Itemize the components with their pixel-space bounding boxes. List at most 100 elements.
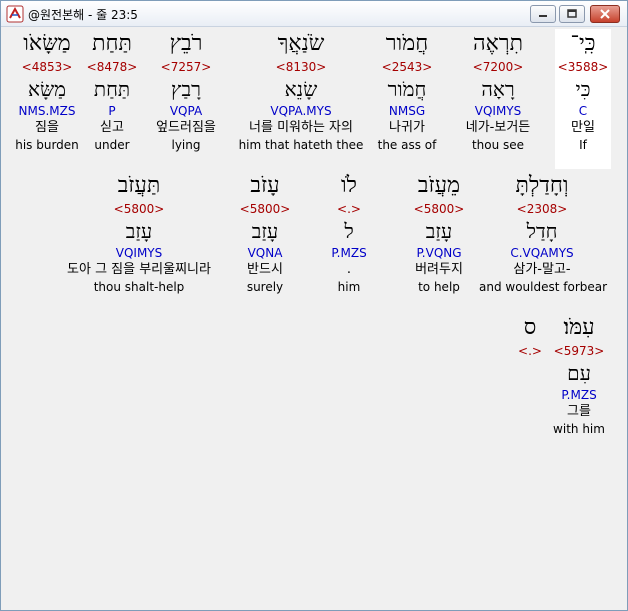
parsing-code: VQIMYS	[474, 104, 522, 118]
hebrew-word: כִּֽי־	[570, 31, 596, 56]
app-window: @원전본해 - 줄 23:5 כִּֽי־ <3588> כִּי C 만일 I…	[0, 0, 628, 611]
parsing-code: P.VQNG	[416, 246, 462, 260]
korean-gloss: 싣고	[100, 120, 124, 135]
interlinear-view[interactable]: כִּֽי־ <3588> כִּי C 만일 If תִרְאֶה <7200…	[7, 27, 621, 605]
english-gloss: him that hateth thee	[238, 138, 364, 152]
korean-gloss: 너를 미워하는 자의	[249, 120, 353, 135]
korean-gloss: 만일	[571, 120, 595, 135]
minimize-button[interactable]	[530, 5, 556, 23]
hebrew-word: מֵעֲזֹב	[417, 173, 461, 198]
hebrew-root: עָזַב	[425, 219, 453, 243]
english-gloss: If	[579, 138, 587, 152]
strongs-number[interactable]: <5800>	[401, 201, 477, 217]
word-block[interactable]: עִמֹּו׃ <5973> עִם P.MZS 그를 with him	[547, 313, 611, 437]
hebrew-word: חֲמֹור	[385, 31, 429, 56]
english-gloss: lying	[171, 138, 201, 152]
parsing-code: VQPA.MYS	[270, 104, 332, 118]
title-bar[interactable]: @원전본해 - 줄 23:5	[1, 1, 627, 27]
hebrew-root: רָאָה	[481, 77, 515, 101]
app-icon	[6, 5, 24, 23]
hebrew-word: תַּעֲזֹב	[117, 173, 161, 198]
word-block[interactable]: מַשָּׂאֹו <4853> מַשָּׂא NMS.MZS 짐을 his …	[11, 29, 83, 153]
hebrew-word: תִרְאֶה	[472, 31, 524, 56]
parsing-code: VQIMYS	[115, 246, 163, 260]
parsing-code: P.MZS	[331, 246, 367, 260]
parsing-code: P	[108, 104, 116, 118]
hebrew-root: חֲמֹור	[387, 77, 427, 101]
strongs-number[interactable]: <2308>	[479, 201, 605, 217]
strongs-number[interactable]: <5800>	[233, 201, 297, 217]
hebrew-word: לֹו	[341, 173, 357, 198]
maximize-icon	[567, 9, 577, 18]
hebrew-root: עָזַב	[125, 219, 153, 243]
hebrew-word: מַשָּׂאֹו	[23, 31, 71, 56]
hebrew-root: רָבַץ	[171, 77, 201, 101]
parsing-code: NMS.MZS	[18, 104, 76, 118]
hebrew-root: תַּחַת	[93, 77, 131, 101]
hebrew-word: שֹׂנַאֲךָ	[277, 31, 325, 56]
strongs-number[interactable]: <7200>	[443, 59, 553, 75]
korean-gloss: 반드시	[247, 262, 283, 277]
word-block[interactable]: מֵעֲזֹב <5800> עָזַב P.VQNG 버려두지 to help	[401, 171, 477, 295]
strongs-number[interactable]: <.>	[317, 201, 381, 217]
strongs-number[interactable]: <.>	[515, 343, 545, 359]
hebrew-root: מַשָּׂא	[27, 77, 67, 101]
english-gloss: and wouldest forbear	[479, 280, 608, 294]
maximize-button[interactable]	[559, 5, 585, 23]
korean-gloss: 엎드러짐을	[156, 120, 216, 135]
english-gloss: the ass of	[377, 138, 437, 152]
word-block[interactable]: תִרְאֶה <7200> רָאָה VQIMYS 네가-보거든 thou …	[443, 29, 553, 153]
strongs-number[interactable]: <5800>	[47, 201, 231, 217]
word-block[interactable]: כִּֽי־ <3588> כִּי C 만일 If	[555, 29, 611, 169]
english-gloss: to help	[418, 280, 460, 294]
word-block[interactable]: חֲמֹור <2543> חֲמֹור NMSG 나귀가 the ass of	[367, 29, 447, 153]
english-gloss: thou see	[471, 138, 525, 152]
word-block[interactable]: וְחָדַלְתָּ <2308> חָדַל C.VQAMYS 삼가-말고-…	[479, 171, 608, 295]
hebrew-root: ל	[344, 219, 354, 243]
strongs-number[interactable]: <8478>	[83, 59, 141, 75]
parsing-code: NMSG	[388, 104, 426, 118]
english-gloss: his burden	[15, 138, 79, 152]
parsing-code: VQNA	[247, 246, 283, 260]
hebrew-word: עִמֹּו׃	[563, 315, 595, 340]
close-icon	[600, 9, 610, 19]
strongs-number[interactable]: <3588>	[555, 59, 611, 75]
korean-gloss: 네가-보거든	[465, 120, 531, 135]
parsing-code: VQPA	[169, 104, 203, 118]
word-block[interactable]: תַּעֲזֹב <5800> עָזַב VQIMYS 도아 그 짐을 부리울…	[47, 171, 231, 295]
word-block[interactable]: תַּחַת <8478> תַּחַת P 싣고 under	[83, 29, 141, 153]
english-gloss: with him	[553, 422, 605, 436]
strongs-number[interactable]: <5973>	[547, 343, 611, 359]
word-block[interactable]: רֹבֵץ <7257> רָבַץ VQPA 엎드러짐을 lying	[143, 29, 229, 153]
word-block[interactable]: עָזֹב <5800> עָזַב VQNA 반드시 surely	[233, 171, 297, 295]
close-button[interactable]	[590, 5, 620, 23]
english-gloss: under	[94, 138, 130, 152]
parsing-code: P.MZS	[561, 388, 597, 402]
hebrew-root: כִּי	[575, 77, 591, 101]
hebrew-root: חָדַל	[526, 219, 558, 243]
word-block[interactable]: ס <.>	[515, 313, 545, 359]
hebrew-root: עָזַב	[251, 219, 279, 243]
english-gloss: surely	[246, 280, 284, 294]
strongs-number[interactable]: <7257>	[143, 59, 229, 75]
hebrew-root: שָׂנֵא	[284, 77, 318, 101]
korean-gloss: .	[346, 262, 352, 277]
hebrew-word: ס	[523, 315, 537, 340]
english-gloss: thou shalt-help	[93, 280, 185, 294]
parsing-code: C	[578, 104, 588, 118]
hebrew-root: עִם	[567, 361, 591, 385]
strongs-number[interactable]: <4853>	[11, 59, 83, 75]
word-block[interactable]: שֹׂנַאֲךָ <8130> שָׂנֵא VQPA.MYS 너를 미워하는…	[233, 29, 369, 153]
korean-gloss: 도아 그 짐을 부리울찌니라	[67, 262, 211, 277]
korean-gloss: 삼가-말고-	[513, 262, 571, 277]
word-block[interactable]: לֹו <.> ל P.MZS . him	[317, 171, 381, 295]
minimize-icon	[539, 15, 547, 17]
strongs-number[interactable]: <2543>	[367, 59, 447, 75]
window-title: @원전본해 - 줄 23:5	[28, 8, 138, 22]
english-gloss: him	[337, 280, 361, 294]
hebrew-word: עָזֹב	[250, 173, 280, 198]
strongs-number[interactable]: <8130>	[233, 59, 369, 75]
hebrew-word: רֹבֵץ	[169, 31, 203, 56]
korean-gloss: 짐을	[35, 120, 59, 135]
korean-gloss: 버려두지	[415, 262, 463, 277]
